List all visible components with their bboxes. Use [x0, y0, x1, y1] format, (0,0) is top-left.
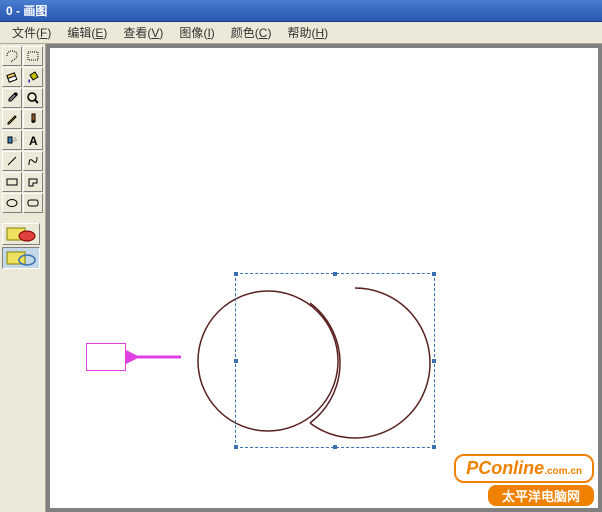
tool-fill[interactable] — [23, 67, 43, 87]
menu-bar: 文件(F) 编辑(E) 查看(V) 图像(I) 颜色(C) 帮助(H) — [0, 22, 602, 44]
tool-options — [0, 221, 45, 271]
menu-view[interactable]: 查看(V) — [115, 22, 171, 43]
tool-rect-select[interactable] — [23, 46, 43, 66]
selection-handle[interactable] — [432, 445, 436, 449]
app-title: 0 - 画图 — [6, 2, 47, 19]
title-bar: 0 - 画图 — [0, 0, 602, 22]
tool-text[interactable]: A — [23, 130, 43, 150]
selection-handle[interactable] — [234, 359, 238, 363]
workspace: A — [0, 44, 602, 512]
svg-text:A: A — [29, 134, 38, 147]
tool-rect[interactable] — [2, 172, 22, 192]
tool-polygon[interactable] — [23, 172, 43, 192]
selection-box[interactable] — [235, 273, 435, 448]
selection-handle[interactable] — [333, 272, 337, 276]
tool-pencil[interactable] — [2, 109, 22, 129]
watermark-sub: 太平洋电脑网 — [488, 485, 594, 506]
selection-handle[interactable] — [234, 272, 238, 276]
selection-handle[interactable] — [333, 445, 337, 449]
watermark: PConline.com.cn 太平洋电脑网 — [454, 454, 594, 506]
tool-eraser[interactable] — [2, 67, 22, 87]
watermark-logo: PConline.com.cn — [454, 454, 594, 483]
menu-image[interactable]: 图像(I) — [171, 22, 222, 43]
tool-picker[interactable] — [2, 88, 22, 108]
tool-curve[interactable] — [23, 151, 43, 171]
tool-magnifier[interactable] — [23, 88, 43, 108]
tool-freeform-select[interactable] — [2, 46, 22, 66]
tool-rounded-rect[interactable] — [23, 193, 43, 213]
menu-file[interactable]: 文件(F) — [4, 22, 59, 43]
canvas-area: PConline.com.cn 太平洋电脑网 — [46, 44, 602, 512]
tool-ellipse[interactable] — [2, 193, 22, 213]
selection-handle[interactable] — [432, 359, 436, 363]
menu-help[interactable]: 帮助(H) — [279, 22, 336, 43]
menu-edit[interactable]: 编辑(E) — [59, 22, 115, 43]
tool-airbrush[interactable] — [2, 130, 22, 150]
tool-line[interactable] — [2, 151, 22, 171]
menu-color[interactable]: 颜色(C) — [223, 22, 280, 43]
option-transparent-paste[interactable] — [2, 247, 40, 269]
canvas[interactable] — [50, 48, 598, 508]
selection-handle[interactable] — [432, 272, 436, 276]
toolbox: A — [0, 44, 45, 215]
option-opaque-paste[interactable] — [2, 223, 40, 245]
tool-brush[interactable] — [23, 109, 43, 129]
selection-handle[interactable] — [234, 445, 238, 449]
tool-column: A — [0, 44, 46, 512]
